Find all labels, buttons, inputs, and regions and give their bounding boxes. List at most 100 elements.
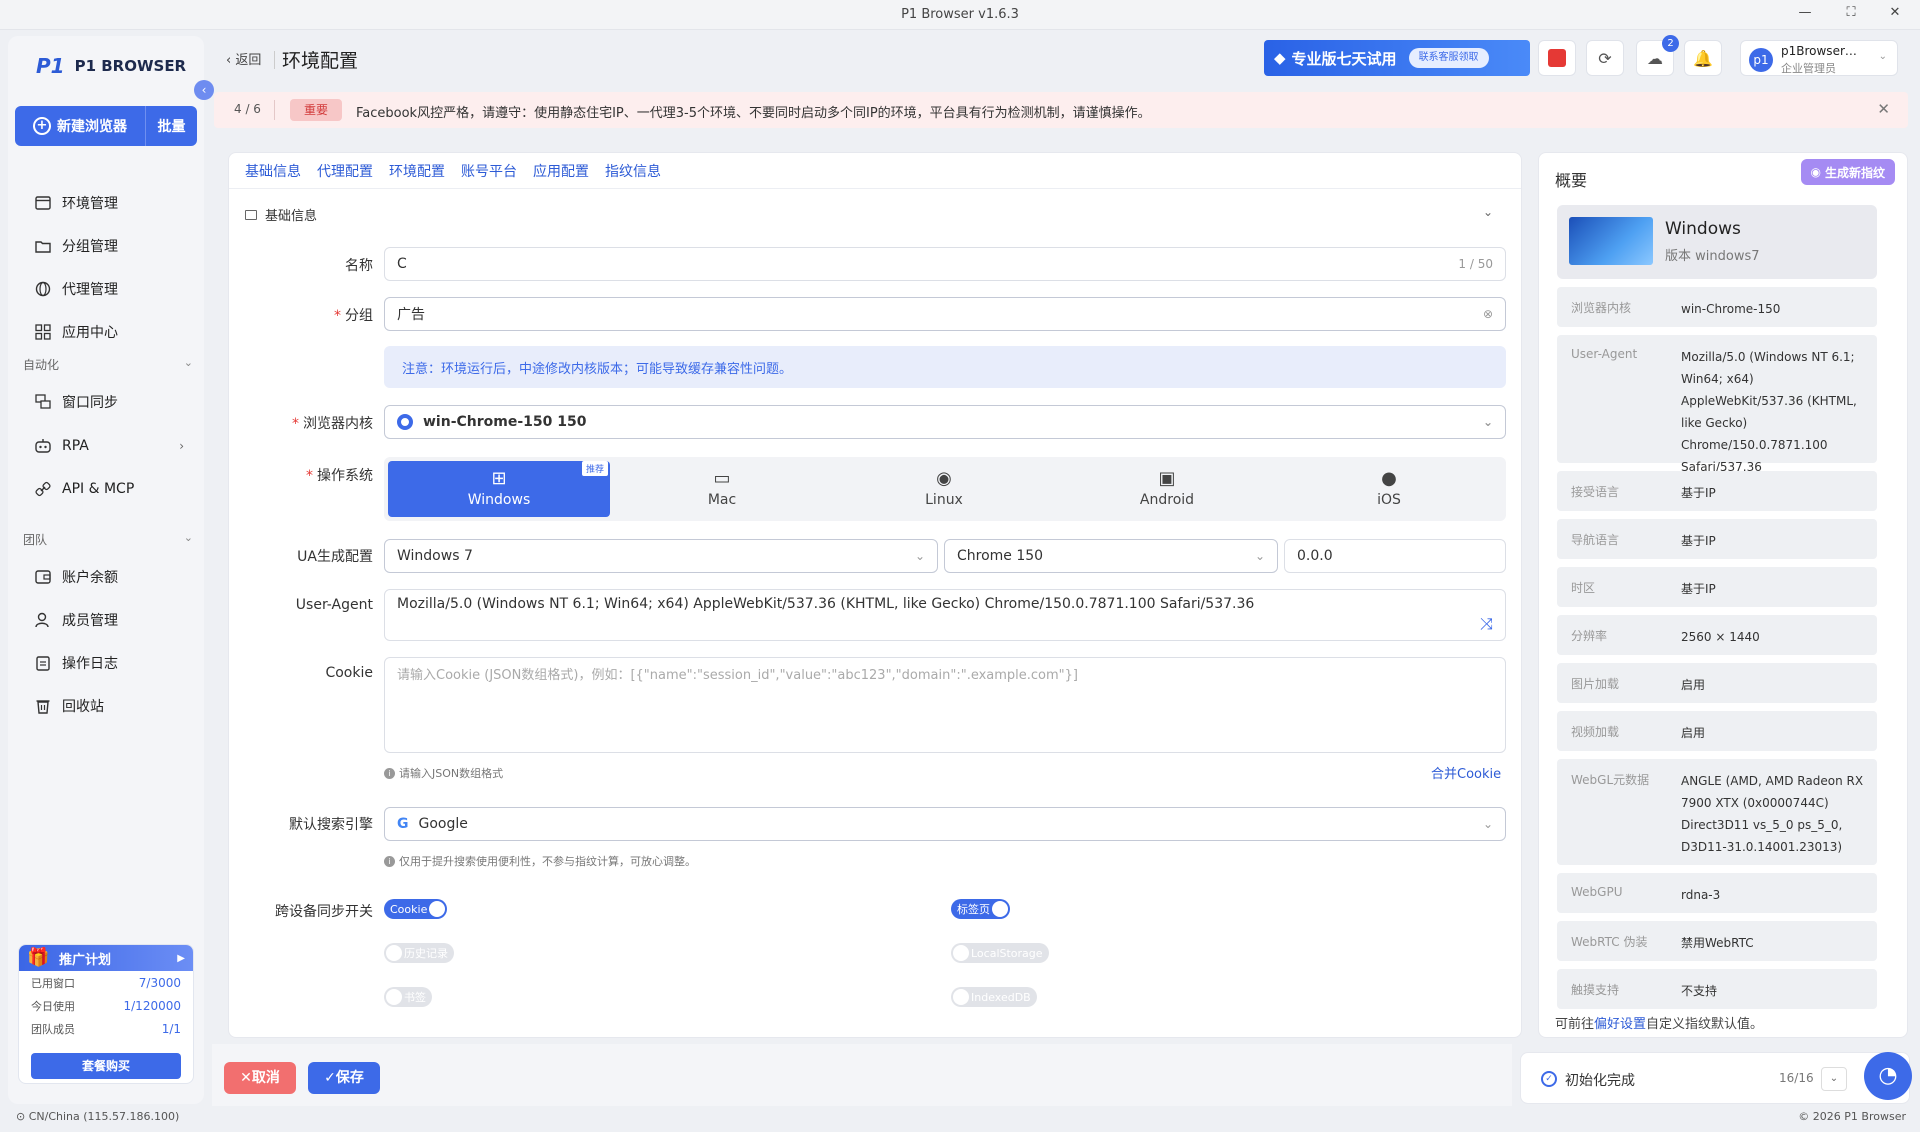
tab-basic[interactable]: 基础信息 <box>245 161 301 181</box>
cancel-button[interactable]: ✕取消 <box>224 1062 296 1094</box>
summary-row: WebGPU rdna-3 <box>1557 873 1877 913</box>
windows-wallpaper-image <box>1569 217 1653 265</box>
sync-cookie-toggle[interactable]: Cookie <box>384 899 448 919</box>
ua-version-input[interactable]: 0.0.0 <box>1284 539 1506 573</box>
notifications-button[interactable]: 🔔 <box>1684 40 1722 76</box>
section-automation[interactable]: 自动化 ⌄ <box>23 356 193 373</box>
geo-status: ⊙ CN/China (115.57.186.100) <box>16 1110 179 1123</box>
sync-localstorage-toggle[interactable]: LocalStorage <box>951 943 1049 963</box>
logo-icon: P1 <box>36 54 65 78</box>
promo-value: 1/1 <box>161 1021 181 1036</box>
kernel-value: win-Chrome-150 150 <box>423 414 587 430</box>
sync-tabs-toggle[interactable]: 标签页 <box>951 899 1010 919</box>
collapse-sidebar-button[interactable]: ‹ <box>194 80 214 100</box>
generate-fingerprint-button[interactable]: ◉ 生成新指纹 <box>1800 159 1895 185</box>
nav-item-members[interactable]: 成员管理 <box>8 601 204 639</box>
name-input[interactable]: C 1 / 50 <box>384 247 1506 281</box>
collapse-section-icon[interactable]: ⌄ <box>1483 205 1493 219</box>
os-option-mac[interactable]: ▭ Mac <box>611 461 833 517</box>
pro-trial-banner[interactable]: ◆ 专业版七天试用 联系客服领取 <box>1264 40 1530 76</box>
nav-item-api[interactable]: API & MCP <box>8 470 204 508</box>
summary-key: 接受语言 <box>1571 485 1620 499</box>
nav-item-proxy[interactable]: 代理管理 <box>8 270 204 308</box>
chrome-icon <box>397 414 413 430</box>
os-option-windows[interactable]: 推荐 ⊞ Windows <box>388 461 610 517</box>
nav-item-window-sync[interactable]: 窗口同步 <box>8 383 204 421</box>
new-browser-button[interactable]: + 新建浏览器 <box>15 106 145 146</box>
kernel-select[interactable]: win-Chrome-150 150 ⌄ <box>384 405 1506 439</box>
close-notice-icon[interactable]: ✕ <box>1877 100 1890 118</box>
name-label: 名称 <box>345 258 373 274</box>
summary-value: 禁用WebRTC <box>1681 936 1754 950</box>
summary-panel: 概要 ◉ 生成新指纹 Windows 版本 windows7 浏览器内核 win-C… <box>1538 152 1908 1038</box>
nav-label: 应用中心 <box>62 325 118 341</box>
download-button[interactable]: ☁ 2 <box>1636 35 1679 76</box>
tab-fingerprint[interactable]: 指纹信息 <box>605 161 661 181</box>
ua-config-label: UA生成配置 <box>297 549 373 565</box>
ua-browser-select[interactable]: Chrome 150 ⌄ <box>944 539 1278 573</box>
gift-icon: 🎁 <box>27 947 50 968</box>
clear-icon[interactable]: ⊗ <box>1483 307 1493 321</box>
summary-key: 视频加载 <box>1571 725 1620 739</box>
notice-counter: 4 / 6 <box>234 102 261 116</box>
tab-env[interactable]: 环境配置 <box>389 161 445 181</box>
search-engine-select[interactable]: G Google ⌄ <box>384 807 1506 841</box>
nav-label: 代理管理 <box>62 282 118 298</box>
search-engine-value: Google <box>418 816 468 832</box>
group-select[interactable]: 广告 ⊗ <box>384 297 1506 331</box>
nav-item-balance[interactable]: 账户余额 <box>8 558 204 596</box>
divider <box>274 100 275 120</box>
save-button[interactable]: ✓保存 <box>308 1062 380 1094</box>
summary-row: 浏览器内核 win-Chrome-150 <box>1557 287 1877 327</box>
section-team[interactable]: 团队 ⌄ <box>23 531 193 548</box>
nav-item-env[interactable]: 环境管理 <box>8 184 204 222</box>
tab-account[interactable]: 账号平台 <box>461 161 517 181</box>
config-form-panel: 基础信息 代理配置 环境配置 账号平台 应用配置 指纹信息 基础信息 ⌄ 名称 … <box>228 152 1522 1038</box>
nav-item-group[interactable]: 分组管理 <box>8 227 204 265</box>
mail-button[interactable] <box>1538 40 1576 76</box>
tab-app[interactable]: 应用配置 <box>533 161 589 181</box>
cloud-download-icon: ☁ <box>1647 48 1663 68</box>
chat-icon: ◔ <box>1878 1063 1898 1088</box>
nav-item-apps[interactable]: 应用中心 <box>8 313 204 351</box>
maximize-icon[interactable]: ⛶ <box>1836 5 1866 25</box>
folder-icon <box>34 237 52 255</box>
tab-proxy[interactable]: 代理配置 <box>317 161 373 181</box>
os-option-linux[interactable]: ◉ Linux <box>833 461 1055 517</box>
promo-header[interactable]: 🎁 推广计划 ▶ <box>19 945 193 971</box>
expand-status-button[interactable]: ⌄ <box>1821 1067 1847 1091</box>
nav-item-logs[interactable]: 操作日志 <box>8 644 204 682</box>
chevron-down-icon: ⌄ <box>1878 51 1887 62</box>
user-agent-textarea[interactable]: Mozilla/5.0 (Windows NT 6.1; Win64; x64)… <box>384 589 1506 641</box>
ua-os-value: Windows 7 <box>397 548 473 564</box>
cookie-hint-text: 请输入JSON数组格式 <box>399 767 504 780</box>
sync-bookmarks-toggle[interactable]: 书签 <box>384 987 432 1007</box>
nav-item-rpa[interactable]: RPA › <box>8 427 204 465</box>
cookie-textarea[interactable]: 请输入Cookie (JSON数组格式)，例如：[{"name":"sessio… <box>384 657 1506 753</box>
user-menu[interactable]: p1 p1Browser… 企业管理员 ⌄ <box>1740 40 1898 76</box>
preferences-link[interactable]: 偏好设置 <box>1594 1017 1646 1032</box>
os-option-android[interactable]: ▣ Android <box>1056 461 1278 517</box>
nav-item-trash[interactable]: 回收站 <box>8 687 204 725</box>
minimize-icon[interactable]: — <box>1790 5 1820 25</box>
wallet-icon <box>34 568 52 586</box>
buy-plan-button[interactable]: 套餐购买 <box>31 1053 181 1079</box>
sync-history-toggle[interactable]: 历史记录 <box>384 943 454 963</box>
sync-indexeddb-toggle[interactable]: IndexedDB <box>951 987 1037 1007</box>
refresh-button[interactable]: ⟳ <box>1586 40 1624 76</box>
contact-support-pill[interactable]: 联系客服领取 <box>1408 48 1489 68</box>
user-agent-value: Mozilla/5.0 (Windows NT 6.1; Win64; x64)… <box>397 596 1255 612</box>
os-label-text: Android <box>1139 492 1195 508</box>
ua-os-select[interactable]: Windows 7 ⌄ <box>384 539 938 573</box>
nav-label: 窗口同步 <box>62 395 118 411</box>
divider <box>274 51 275 69</box>
batch-button[interactable]: 批量 <box>145 106 197 146</box>
os-option-ios[interactable]: ● iOS <box>1278 461 1500 517</box>
summary-row: 分辨率 2560 × 1440 <box>1557 615 1877 655</box>
merge-cookie-link[interactable]: 合并Cookie <box>1431 763 1501 782</box>
close-icon[interactable]: ✕ <box>1880 5 1910 25</box>
back-button[interactable]: ‹ 返回 <box>226 49 261 68</box>
chat-support-button[interactable]: ◔ <box>1864 1052 1912 1100</box>
nav-label: 回收站 <box>62 699 104 715</box>
shuffle-icon[interactable]: ⤨ <box>1480 614 1493 634</box>
